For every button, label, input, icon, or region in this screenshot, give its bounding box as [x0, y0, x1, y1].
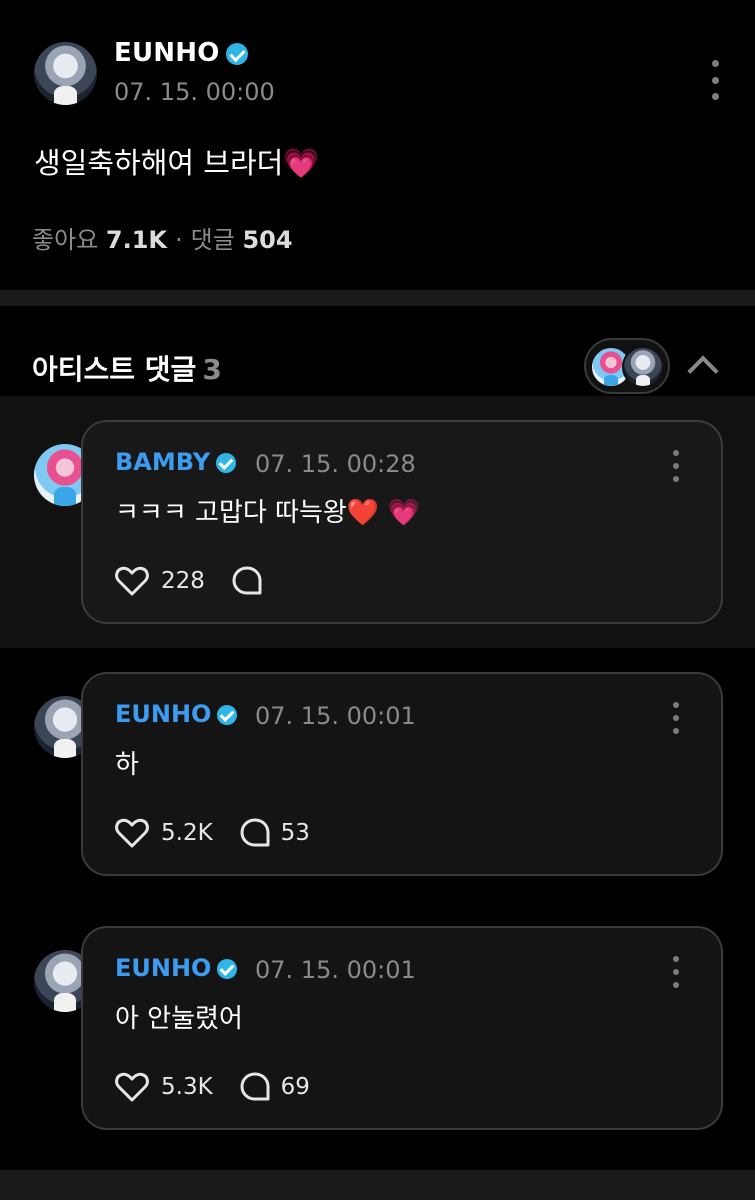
comments-label: 댓글: [190, 226, 235, 254]
artist-comments-title: 아티스트 댓글 3: [32, 348, 222, 388]
comment-text: 아 안눌렸어: [115, 1004, 243, 1034]
likes-count: 7.1K: [105, 226, 168, 254]
verified-badge-icon: [217, 705, 238, 725]
comment-author-label: BAMBY: [115, 448, 211, 476]
post-more-icon[interactable]: [705, 60, 725, 100]
reply-bubble-icon[interactable]: [239, 817, 271, 849]
comment-card[interactable]: EUNHO 07. 15. 00:01 아 안눌렸어 5.3K 69: [81, 926, 723, 1130]
artist-comments-label: 아티스트 댓글: [32, 353, 197, 386]
artist-avatar-eunho: [622, 346, 664, 388]
reply-count: 69: [280, 1074, 310, 1100]
artist-comments-header[interactable]: 아티스트 댓글 3: [0, 306, 755, 396]
post-text: 생일축하해여 브라더: [34, 146, 284, 180]
section-divider: [0, 1170, 755, 1200]
comment-row: EUNHO 07. 15. 00:01 아 안눌렸어 5.3K 69: [0, 902, 755, 1170]
comments-count: 504: [242, 226, 293, 254]
comment-timestamp: 07. 15. 00:28: [255, 450, 416, 478]
like-count: 228: [161, 568, 205, 594]
comment-text: ㅋㅋㅋ 고맙다 따늑왕❤️ 💗: [115, 498, 420, 528]
comment-author[interactable]: EUNHO: [115, 954, 238, 982]
post-body: 생일축하해여 브라더💗: [34, 140, 319, 182]
stat-separator: ·: [175, 226, 183, 254]
artist-comments-count: 3: [202, 353, 222, 386]
reply-bubble-icon[interactable]: [239, 1071, 271, 1103]
verified-badge-icon: [225, 42, 248, 65]
post-detail-screen: EUNHO 07. 15. 00:00 생일축하해여 브라더💗 좋아요 7.1K…: [0, 0, 755, 1200]
comment-actions: 5.2K 53: [115, 816, 310, 850]
comment-author[interactable]: BAMBY: [115, 448, 237, 476]
comment-author[interactable]: EUNHO: [115, 700, 238, 728]
reply-bubble-icon[interactable]: [231, 565, 263, 597]
post-author-name[interactable]: EUNHO: [114, 38, 248, 68]
like-count: 5.2K: [161, 820, 213, 846]
likes-label: 좋아요: [32, 226, 99, 254]
comment-author-label: EUNHO: [115, 700, 212, 728]
comment-row: EUNHO 07. 15. 00:01 하 5.2K 53: [0, 648, 755, 902]
comment-card[interactable]: EUNHO 07. 15. 00:01 하 5.2K 53: [81, 672, 723, 876]
heart-outline-icon[interactable]: [115, 566, 149, 596]
comment-more-icon[interactable]: [666, 956, 686, 988]
post-author-label: EUNHO: [114, 38, 220, 68]
heart-outline-icon[interactable]: [115, 818, 149, 848]
comment-author-label: EUNHO: [115, 954, 212, 982]
comment-timestamp: 07. 15. 00:01: [255, 956, 416, 984]
chevron-up-icon[interactable]: [687, 355, 719, 387]
heart-outline-icon[interactable]: [115, 1072, 149, 1102]
comment-timestamp: 07. 15. 00:01: [255, 702, 416, 730]
like-count: 5.3K: [161, 1074, 213, 1100]
reply-count: 53: [280, 820, 310, 846]
comment-text: 하: [115, 750, 139, 780]
comment-actions: 228: [115, 564, 273, 598]
verified-badge-icon: [217, 959, 238, 979]
comment-row: BAMBY 07. 15. 00:28 ㅋㅋㅋ 고맙다 따늑왕❤️ 💗 228: [0, 396, 755, 648]
post-author-avatar[interactable]: [34, 42, 97, 105]
comment-more-icon[interactable]: [666, 450, 686, 482]
post-stats: 좋아요 7.1K · 댓글 504: [32, 220, 293, 255]
verified-badge-icon: [216, 453, 237, 473]
heart-emoji: 💗: [283, 146, 320, 180]
post: EUNHO 07. 15. 00:00 생일축하해여 브라더💗 좋아요 7.1K…: [0, 0, 755, 290]
post-timestamp: 07. 15. 00:00: [114, 78, 275, 106]
section-divider: [0, 290, 755, 306]
artist-avatars-stack[interactable]: [584, 338, 670, 394]
comment-card[interactable]: BAMBY 07. 15. 00:28 ㅋㅋㅋ 고맙다 따늑왕❤️ 💗 228: [81, 420, 723, 624]
comment-more-icon[interactable]: [666, 702, 686, 734]
comment-actions: 5.3K 69: [115, 1070, 310, 1104]
